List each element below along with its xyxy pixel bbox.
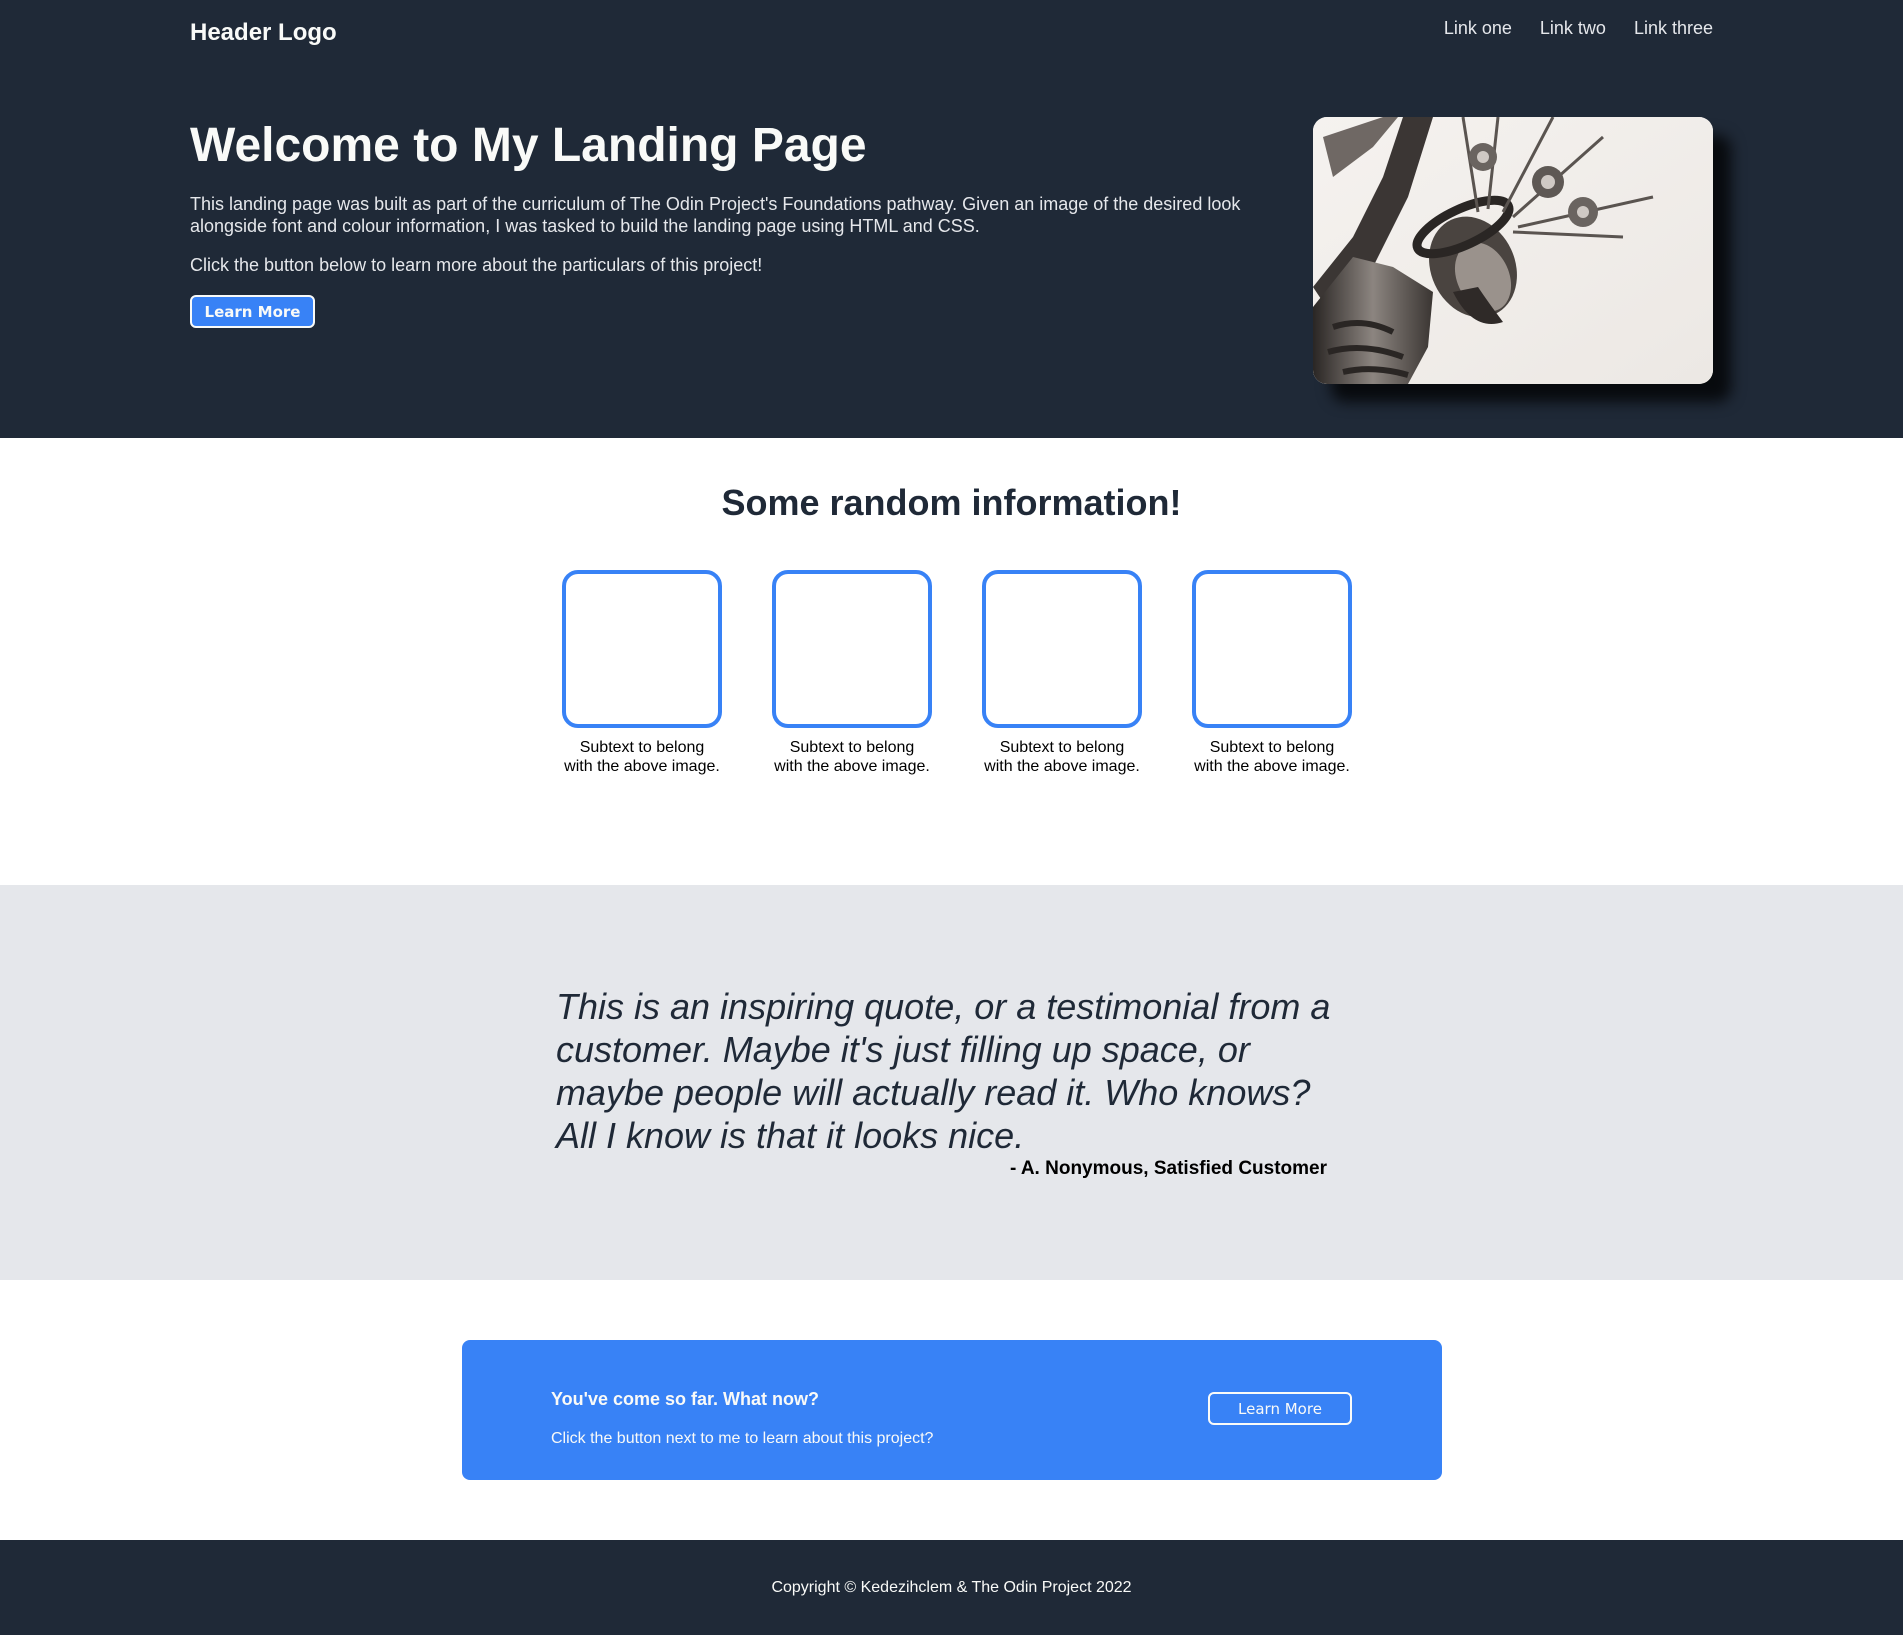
cta-text: Click the button next to me to learn abo…: [551, 1430, 934, 1447]
nav-link-one[interactable]: Link one: [1444, 15, 1512, 41]
nav-link-two[interactable]: Link two: [1540, 15, 1606, 41]
info-card-caption-line: with the above image.: [1194, 758, 1350, 775]
info-card-caption: Subtext to belong with the above image.: [982, 738, 1142, 776]
info-card-caption: Subtext to belong with the above image.: [562, 738, 722, 776]
info-card-image-placeholder: [562, 570, 722, 728]
header-logo[interactable]: Header Logo: [190, 17, 337, 49]
testimonial-quote: This is an inspiring quote, or a testimo…: [556, 986, 1331, 1156]
footer-copyright: Copyright © Kedezihclem & The Odin Proje…: [771, 1578, 1132, 1596]
info-card: Subtext to belong with the above image.: [772, 570, 932, 776]
crucifix-statue-photo-icon: [1313, 117, 1713, 384]
info-card-caption-line: Subtext to belong: [579, 739, 705, 756]
hero-instruction: Click the button below to learn more abo…: [190, 255, 763, 275]
info-card: Subtext to belong with the above image.: [982, 570, 1142, 776]
info-card-image-placeholder: [772, 570, 932, 728]
info-card: Subtext to belong with the above image.: [562, 570, 722, 776]
info-card-caption: Subtext to belong with the above image.: [1192, 738, 1352, 776]
cta-learn-more-button[interactable]: Learn More: [1208, 1392, 1352, 1425]
nav-link-three[interactable]: Link three: [1634, 15, 1713, 41]
info-card-caption: Subtext to belong with the above image.: [772, 738, 932, 776]
quote-section: This is an inspiring quote, or a testimo…: [0, 885, 1903, 1280]
hero-description: This landing page was built as part of t…: [190, 194, 1241, 236]
hero-image: [1313, 117, 1713, 384]
info-card-image-placeholder: [982, 570, 1142, 728]
info-card-caption-line: with the above image.: [564, 758, 720, 775]
call-to-action-box: You've come so far. What now? Click the …: [462, 1340, 1442, 1480]
testimonial-author: - A. Nonymous, Satisfied Customer: [1009, 1158, 1327, 1179]
hero-learn-more-button[interactable]: Learn More: [190, 295, 315, 328]
info-card-caption-line: with the above image.: [774, 758, 930, 775]
main-nav: Link one Link two Link three: [1444, 15, 1713, 41]
info-card-caption-line: with the above image.: [984, 758, 1140, 775]
footer: Copyright © Kedezihclem & The Odin Proje…: [0, 1540, 1903, 1635]
info-card-caption-line: Subtext to belong: [789, 739, 915, 756]
info-card: Subtext to belong with the above image.: [1192, 570, 1352, 776]
info-card-caption-line: Subtext to belong: [999, 739, 1125, 756]
info-section-title: Some random information!: [721, 482, 1182, 523]
hero-title: Welcome to My Landing Page: [190, 119, 867, 172]
info-card-image-placeholder: [1192, 570, 1352, 728]
info-card-caption-line: Subtext to belong: [1209, 739, 1335, 756]
hero-section: Header Logo Link one Link two Link three…: [0, 0, 1903, 438]
cta-title: You've come so far. What now?: [551, 1389, 819, 1409]
